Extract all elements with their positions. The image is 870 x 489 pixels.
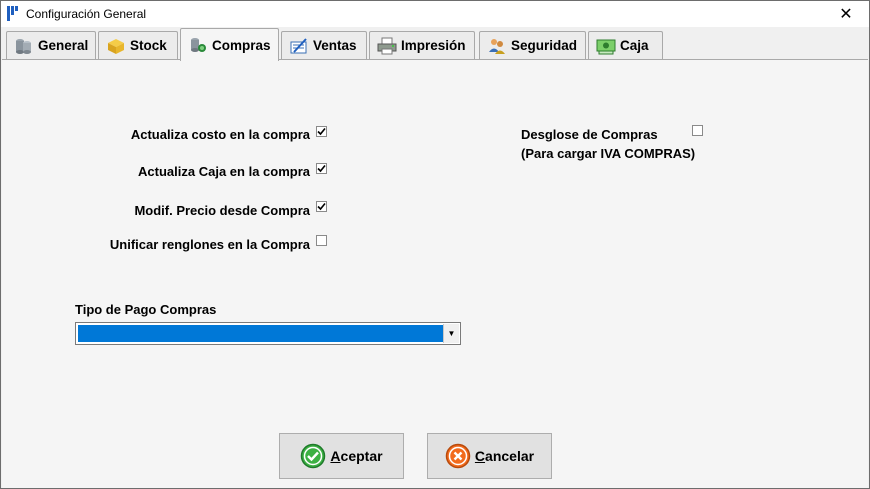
cylinders-icon [16, 38, 31, 54]
aceptar-label: Aceptar [330, 448, 383, 464]
app-icon [7, 6, 18, 21]
unificar-renglones-checkbox[interactable] [316, 235, 327, 246]
checkmark-icon [317, 127, 326, 136]
tab-stock[interactable]: Stock [98, 31, 178, 59]
title-bar: Configuración General ✕ [1, 1, 869, 27]
actualiza-costo-label: Actualiza costo en la compra [130, 127, 310, 142]
tab-strip: General Stock Compras Ventas Impresión S… [1, 27, 869, 61]
actualiza-caja-label: Actualiza Caja en la compra [138, 164, 310, 179]
box-icon [108, 38, 124, 54]
cancelar-button[interactable]: Cancelar [427, 433, 552, 479]
checkmark-icon [317, 202, 326, 211]
tab-label: Stock [130, 38, 167, 53]
tab-label: Seguridad [511, 38, 578, 53]
cash-icon [596, 39, 616, 54]
tab-impresion[interactable]: Impresión [369, 31, 475, 59]
tipo-pago-label: Tipo de Pago Compras [75, 302, 217, 317]
desglose-sublabel: (Para cargar IVA COMPRAS) [521, 146, 696, 161]
unificar-renglones-label: Unificar renglones en la Compra [109, 237, 310, 252]
desglose-checkbox[interactable] [692, 125, 703, 136]
modif-precio-label: Modif. Precio desde Compra [134, 203, 310, 218]
desglose-label: Desglose de Compras [521, 127, 658, 142]
tab-caja[interactable]: Caja [588, 31, 663, 59]
checkmark-icon [317, 164, 326, 173]
tab-label: Ventas [313, 38, 357, 53]
tab-label: General [38, 38, 89, 53]
tab-ventas[interactable]: Ventas [281, 31, 367, 59]
sales-icon [290, 37, 307, 53]
check-circle-icon [301, 443, 326, 469]
tab-label: Caja [620, 38, 649, 53]
actualiza-costo-checkbox[interactable] [316, 126, 327, 137]
aceptar-button[interactable]: Aceptar [279, 433, 404, 479]
tipo-pago-value [78, 325, 443, 342]
users-icon [489, 38, 505, 54]
config-window: Configuración General ✕ General Stock Co… [0, 0, 870, 489]
tab-compras[interactable]: Compras [180, 28, 279, 61]
cancelar-label: Cancelar [474, 448, 535, 464]
close-button[interactable]: ✕ [823, 1, 869, 27]
actualiza-caja-checkbox[interactable] [316, 163, 327, 174]
purchase-icon [191, 38, 206, 52]
modif-precio-checkbox[interactable] [316, 201, 327, 212]
tipo-pago-select[interactable]: ▼ [75, 322, 461, 345]
dropdown-arrow-icon[interactable]: ▼ [443, 324, 459, 343]
cancel-circle-icon [445, 443, 471, 469]
printer-icon [377, 37, 397, 54]
tab-label: Impresión [401, 38, 466, 53]
tab-general[interactable]: General [6, 31, 96, 59]
close-icon: ✕ [839, 6, 853, 23]
window-title: Configuración General [26, 7, 147, 21]
compras-panel [2, 59, 868, 488]
tab-label: Compras [212, 37, 271, 53]
tab-seguridad[interactable]: Seguridad [479, 31, 586, 59]
